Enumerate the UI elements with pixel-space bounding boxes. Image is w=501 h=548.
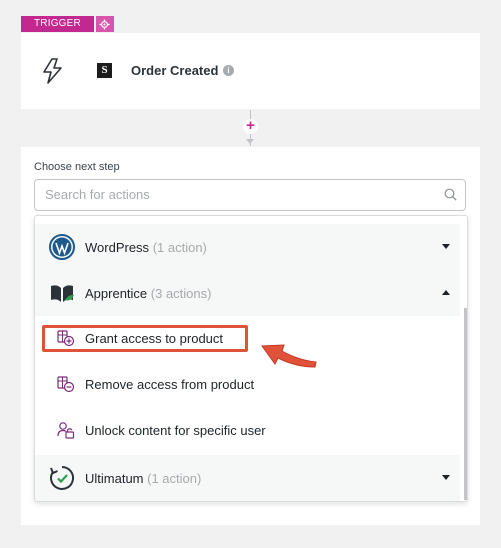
ultimatum-icon <box>50 466 74 490</box>
bolt-icon <box>43 58 62 84</box>
action-unlock-content-label: Unlock content for specific user <box>85 423 266 438</box>
choose-step-card: Choose next step Search for actions Word… <box>21 147 480 525</box>
gear-icon[interactable] <box>95 16 114 32</box>
action-remove-access[interactable]: Remove access from product <box>35 362 460 406</box>
group-apprentice[interactable]: Apprentice (3 actions) <box>35 270 460 316</box>
group-apprentice-label: Apprentice (3 actions) <box>85 286 212 301</box>
group-ultimatum-label: Ultimatum (1 action) <box>85 471 202 486</box>
action-remove-access-label: Remove access from product <box>85 377 255 392</box>
info-icon[interactable]: i <box>223 65 234 76</box>
trigger-tab-label: TRIGGER <box>21 16 94 32</box>
wordpress-icon <box>49 234 75 260</box>
search-input[interactable]: Search for actions <box>45 187 150 202</box>
scrollbar[interactable] <box>464 308 467 500</box>
unlock-user-icon <box>57 422 75 439</box>
action-grant-access[interactable]: Grant access to product <box>35 316 460 360</box>
search-icon <box>444 188 457 201</box>
remove-access-icon <box>57 376 75 393</box>
surecart-logo: S <box>97 63 112 78</box>
chevron-down-icon <box>442 475 450 480</box>
action-unlock-content[interactable]: Unlock content for specific user <box>35 408 460 452</box>
chevron-up-icon <box>442 290 450 295</box>
apprentice-icon <box>51 285 74 302</box>
add-step-button[interactable]: + <box>243 118 258 134</box>
trigger-tab: TRIGGER <box>21 16 114 32</box>
callout-arrow-icon <box>261 344 317 368</box>
group-wordpress-label: WordPress (1 action) <box>85 240 207 255</box>
choose-step-label: Choose next step <box>34 161 120 173</box>
group-ultimatum[interactable]: Ultimatum (1 action) <box>35 455 460 501</box>
connector-arrow-icon <box>246 139 254 144</box>
actions-dropdown: WordPress (1 action) Apprentice (3 actio… <box>34 215 468 502</box>
action-grant-access-label: Grant access to product <box>85 331 224 346</box>
search-box[interactable]: Search for actions <box>34 179 466 211</box>
trigger-title: Order Created <box>131 63 219 78</box>
group-wordpress[interactable]: WordPress (1 action) <box>35 224 460 270</box>
chevron-down-icon <box>442 244 450 249</box>
trigger-card[interactable]: S Order Created i <box>21 33 480 109</box>
grant-access-icon <box>57 330 75 347</box>
